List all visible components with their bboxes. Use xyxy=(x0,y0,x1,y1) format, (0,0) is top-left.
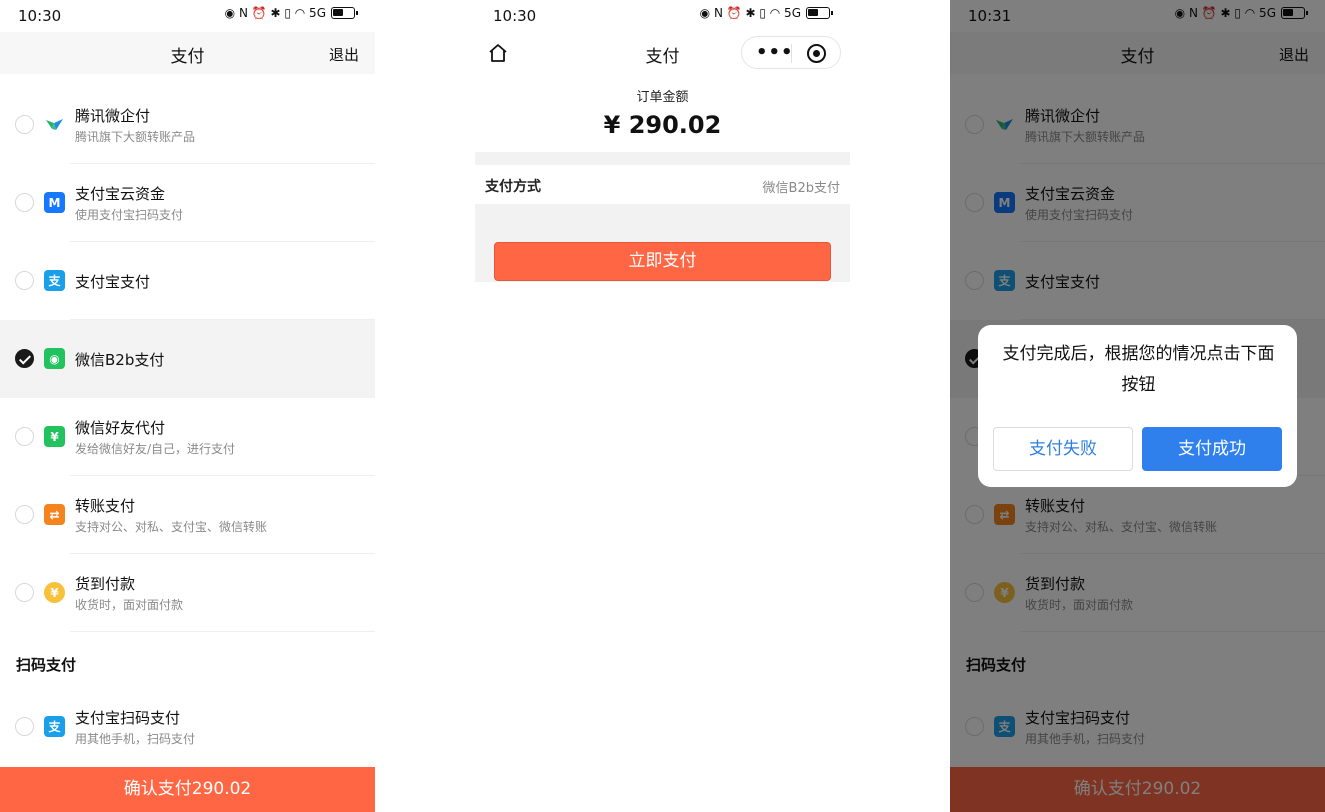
status-bar: 10:30 ◉ N ⏰ ✱ ▯ ◠ 5G xyxy=(475,0,850,32)
order-amount-label: 订单金额 xyxy=(636,90,689,105)
alipay-scan-icon: 支 xyxy=(44,716,65,737)
payment-result-dialog-screen: 10:31 ◉ N ⏰ ✱ ▯ ◠ 5G 支付 退出 腾讯微企付 腾讯旗下大额转… xyxy=(950,0,1325,812)
payment-failed-button[interactable]: 支付失败 xyxy=(993,427,1133,471)
radio-button[interactable] xyxy=(15,505,34,524)
payment-option-transfer[interactable]: ⇄ 转账支付 支持对公、对私、支付宝、微信转账 xyxy=(0,476,375,554)
payment-method-row[interactable]: 支付方式 微信B2b支付 xyxy=(475,165,850,204)
payment-method-list: 腾讯微企付 腾讯旗下大额转账产品 M 支付宝云资金 使用支付宝扫码支付 支 支付… xyxy=(0,86,375,632)
radio-button[interactable] xyxy=(15,583,34,602)
radio-button[interactable] xyxy=(15,427,34,446)
payment-success-button[interactable]: 支付成功 xyxy=(1142,427,1282,471)
nav-bar: 支付 退出 xyxy=(0,32,375,74)
transfer-icon: ⇄ xyxy=(44,504,65,525)
option-title: 货到付款 xyxy=(75,575,136,593)
order-amount: ¥ 290.02 xyxy=(603,111,722,139)
payment-method-label: 支付方式 xyxy=(485,179,541,195)
confirm-pay-button[interactable]: 确认支付290.02 xyxy=(0,767,375,812)
radio-button[interactable] xyxy=(15,115,34,134)
option-title: 支付宝支付 xyxy=(75,273,151,291)
status-indicator-icons: ◉ N ⏰ ✱ ▯ ◠ 5G xyxy=(224,6,326,20)
status-bar: 10:30 ◉ N ⏰ ✱ ▯ ◠ 5G xyxy=(0,0,375,32)
scan-option-list: 支 支付宝扫码支付 用其他手机，扫码支付 xyxy=(0,688,375,766)
exit-button[interactable]: 退出 xyxy=(329,44,359,65)
divider xyxy=(70,631,375,632)
payment-option-alipay-cloud[interactable]: M 支付宝云资金 使用支付宝扫码支付 xyxy=(0,164,375,242)
option-subtitle: 使用支付宝扫码支付 xyxy=(75,208,184,222)
status-icons: ◉ N ⏰ ✱ ▯ ◠ 5G xyxy=(699,6,833,20)
battery-icon xyxy=(331,7,358,19)
option-title: 微信好友代付 xyxy=(75,419,166,437)
pay-now-button[interactable]: 立即支付 xyxy=(494,242,831,281)
section-title-scan: 扫码支付 xyxy=(16,656,77,674)
option-subtitle: 腾讯旗下大额转账产品 xyxy=(75,130,196,144)
radio-button[interactable] xyxy=(15,717,34,736)
wechat-b2b-icon: ◉ xyxy=(44,348,65,369)
option-subtitle: 发给微信好友/自己，进行支付 xyxy=(75,442,236,456)
payment-option-tencent-wepay[interactable]: 腾讯微企付 腾讯旗下大额转账产品 xyxy=(0,86,375,164)
status-time: 10:30 xyxy=(18,7,62,25)
capsule-menu: ••• xyxy=(741,36,841,69)
payment-option-alipay[interactable]: 支 支付宝支付 xyxy=(0,242,375,320)
option-title: 转账支付 xyxy=(75,497,136,515)
payment-option-alipay-scan[interactable]: 支 支付宝扫码支付 用其他手机，扫码支付 xyxy=(0,688,375,766)
option-title: 微信B2b支付 xyxy=(75,351,165,369)
radio-button[interactable] xyxy=(15,271,34,290)
close-miniprogram-icon[interactable] xyxy=(807,44,826,63)
payment-list-screen: 10:30 ◉ N ⏰ ✱ ▯ ◠ 5G 支付 退出 腾讯微企付 腾讯旗下大额转… xyxy=(0,0,375,812)
payment-method-value: 微信B2b支付 xyxy=(762,181,840,196)
page-title: 支付 xyxy=(170,47,205,67)
capsule-divider xyxy=(791,44,792,63)
radio-button-checked[interactable] xyxy=(15,349,34,368)
dialog-message: 支付完成后，根据您的情况点击下面按钮 xyxy=(1002,344,1275,395)
payment-result-dialog: 支付完成后，根据您的情况点击下面按钮 支付失败 支付成功 xyxy=(978,325,1297,487)
status-time: 10:30 xyxy=(493,7,537,25)
cod-icon: ¥ xyxy=(44,582,65,603)
status-indicator-icons: ◉ N ⏰ ✱ ▯ ◠ 5G xyxy=(699,6,801,20)
spacer xyxy=(475,152,850,165)
radio-button[interactable] xyxy=(15,193,34,212)
payment-option-cod[interactable]: ¥ 货到付款 收货时，面对面付款 xyxy=(0,554,375,632)
battery-icon xyxy=(806,7,833,19)
option-subtitle: 收货时，面对面付款 xyxy=(75,598,184,612)
nav-bar: 支付 ••• xyxy=(475,32,850,74)
option-title: 腾讯微企付 xyxy=(75,107,151,125)
option-title: 支付宝云资金 xyxy=(75,185,166,203)
option-subtitle: 用其他手机，扫码支付 xyxy=(75,732,196,746)
wechat-friend-pay-icon: ¥ xyxy=(44,426,65,447)
option-title: 支付宝扫码支付 xyxy=(75,709,181,727)
payment-option-wechat-friend[interactable]: ¥ 微信好友代付 发给微信好友/自己，进行支付 xyxy=(0,398,375,476)
more-icon[interactable]: ••• xyxy=(756,42,794,63)
alipay-icon: 支 xyxy=(44,270,65,291)
order-payment-screen: 10:30 ◉ N ⏰ ✱ ▯ ◠ 5G 支付 ••• 订单金额 ¥ 290.0… xyxy=(475,0,850,812)
payment-option-wechat-b2b[interactable]: ◉ 微信B2b支付 xyxy=(0,320,375,398)
option-subtitle: 支持对公、对私、支付宝、微信转账 xyxy=(75,520,268,534)
tencent-wepay-icon xyxy=(44,114,65,135)
alipay-cloud-icon: M xyxy=(44,192,65,213)
status-icons: ◉ N ⏰ ✱ ▯ ◠ 5G xyxy=(224,6,358,20)
button-area: 立即支付 xyxy=(475,204,850,282)
